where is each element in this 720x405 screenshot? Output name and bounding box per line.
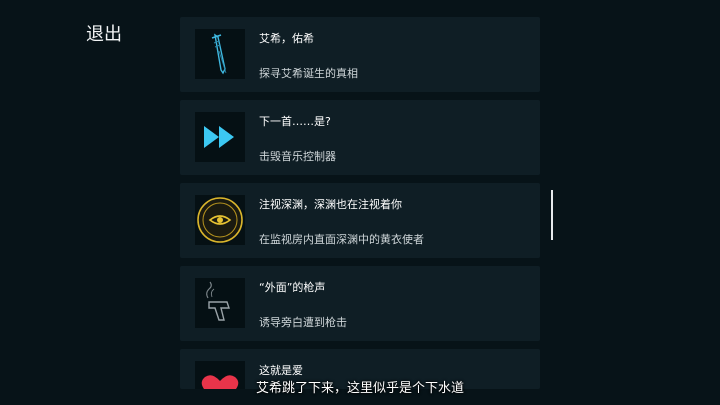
- achievement-title: 艾希，佑希: [259, 32, 314, 45]
- achievement-list: 艾希，佑希 探寻艾希诞生的真相 下一首……是? 击毁音乐控制器 注视深渊，深渊也…: [180, 17, 540, 397]
- achievement-desc: 探寻艾希诞生的真相: [259, 67, 358, 80]
- achievement-title: 注视深渊，深渊也在注视着你: [259, 198, 402, 211]
- achievement-title: 这就是爱: [259, 364, 303, 377]
- achievement-title: 下一首……是?: [259, 115, 331, 128]
- yellow-eye-icon: [195, 195, 245, 245]
- achievement-card[interactable]: 艾希，佑希 探寻艾希诞生的真相: [180, 17, 540, 92]
- achievement-desc: 在监视房内直面深渊中的黄衣使者: [259, 233, 424, 246]
- achievements-screen: 退出 艾希，佑希 探寻艾希诞生的真相 下一首……是? 击毁音乐控制器 注视深渊，…: [0, 0, 720, 405]
- achievement-desc: 击毁音乐控制器: [259, 150, 336, 163]
- scrollbar[interactable]: [551, 190, 553, 240]
- smoking-gun-icon: [195, 278, 245, 328]
- fast-forward-icon: [195, 112, 245, 162]
- narration-subtitle: 艾希跳了下来，这里似乎是个下水道: [255, 381, 464, 396]
- achievement-card[interactable]: 注视深渊，深渊也在注视着你 在监视房内直面深渊中的黄衣使者: [180, 183, 540, 258]
- achievement-desc: 诱导旁白遭到枪击: [259, 316, 347, 329]
- achievement-card[interactable]: 下一首……是? 击毁音乐控制器: [180, 100, 540, 175]
- katana-icon: [195, 29, 245, 79]
- achievement-card[interactable]: “外面”的枪声 诱导旁白遭到枪击: [180, 266, 540, 341]
- achievement-title: “外面”的枪声: [259, 281, 326, 294]
- exit-button[interactable]: 退出: [86, 20, 122, 46]
